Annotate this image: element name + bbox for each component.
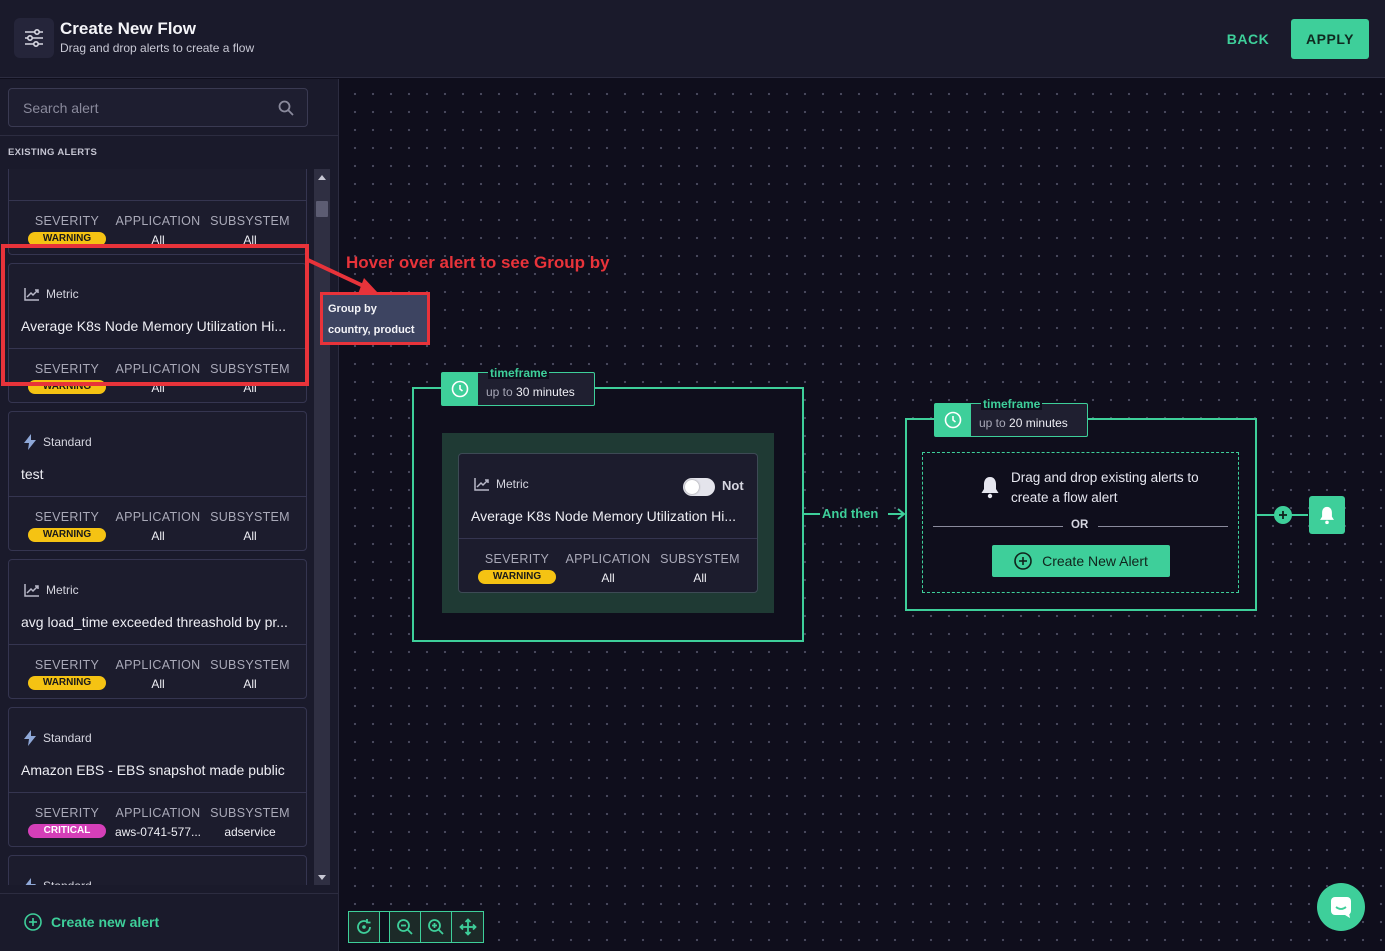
dropzone-text: Drag and drop existing alerts to create … bbox=[1011, 470, 1199, 505]
clock-icon bbox=[935, 404, 971, 436]
timeframe-value: up to 20 minutes bbox=[979, 416, 1068, 430]
alert-type-label: Metric bbox=[496, 477, 529, 491]
timeframe-prefix: up to bbox=[979, 416, 1006, 430]
pan-move-icon[interactable] bbox=[452, 912, 483, 942]
or-line-left bbox=[933, 526, 1063, 527]
timeframe-tag-2[interactable]: timeframe up to 20 minutes bbox=[934, 398, 1088, 437]
card-separator bbox=[459, 538, 757, 539]
clock-icon bbox=[442, 373, 478, 405]
create-new-alert-button-label: Create New Alert bbox=[1042, 553, 1148, 569]
chat-support-icon[interactable] bbox=[1317, 883, 1365, 931]
application-value: All bbox=[601, 571, 615, 585]
subsystem-label: SUBSYSTEM bbox=[660, 552, 740, 566]
subsystem-field: SUBSYSTEM All bbox=[654, 552, 746, 585]
zoom-out-icon[interactable] bbox=[390, 912, 421, 942]
reset-view-icon[interactable] bbox=[349, 912, 380, 942]
timeframe-value: up to 30 minutes bbox=[486, 385, 575, 399]
plus-circle-icon bbox=[1014, 552, 1032, 570]
bell-icon bbox=[981, 477, 999, 499]
alert-name: Average K8s Node Memory Utilization Hi..… bbox=[471, 508, 737, 524]
severity-field: SEVERITY WARNING bbox=[471, 552, 563, 584]
tooltip-title: Group by bbox=[328, 303, 377, 315]
subsystem-value: All bbox=[693, 571, 707, 585]
timeframe-prefix: up to bbox=[486, 385, 513, 399]
timeframe-label: timeframe bbox=[981, 397, 1043, 411]
timeframe-duration: 20 minutes bbox=[1009, 416, 1068, 430]
not-toggle[interactable] bbox=[683, 478, 715, 496]
annotation-text: Hover over alert to see Group by bbox=[346, 253, 610, 272]
timeframe-tag-1[interactable]: timeframe up to 30 minutes bbox=[441, 367, 595, 406]
create-new-alert-button[interactable]: Create New Alert bbox=[992, 545, 1170, 577]
add-step-plus-icon[interactable] bbox=[1274, 506, 1292, 524]
timeframe-duration: 30 minutes bbox=[516, 385, 575, 399]
application-label: APPLICATION bbox=[565, 552, 651, 566]
zoom-controls bbox=[348, 911, 484, 943]
alert-type: Metric bbox=[473, 476, 529, 492]
severity-label: SEVERITY bbox=[484, 552, 550, 566]
or-label: OR bbox=[1071, 519, 1089, 531]
application-field: APPLICATION All bbox=[562, 552, 654, 585]
group-by-tooltip: Group by country, product bbox=[320, 292, 430, 345]
or-separator: OR bbox=[933, 517, 1228, 535]
and-then-connector-label: And then bbox=[822, 506, 879, 521]
severity-badge: WARNING bbox=[478, 570, 556, 584]
alert-dropzone[interactable]: Drag and drop existing alerts to create … bbox=[922, 452, 1239, 593]
or-line-right bbox=[1098, 526, 1228, 527]
flow-end-bell-icon[interactable] bbox=[1309, 496, 1345, 534]
zoom-divider bbox=[380, 912, 390, 942]
not-toggle-label: Not bbox=[722, 478, 744, 493]
zoom-in-icon[interactable] bbox=[421, 912, 452, 942]
flow-alert-card[interactable]: Metric Not Average K8s Node Memory Utili… bbox=[458, 453, 758, 593]
tooltip-text: country, product bbox=[328, 324, 415, 336]
timeframe-label: timeframe bbox=[488, 366, 550, 380]
metric-chart-icon bbox=[474, 478, 489, 491]
